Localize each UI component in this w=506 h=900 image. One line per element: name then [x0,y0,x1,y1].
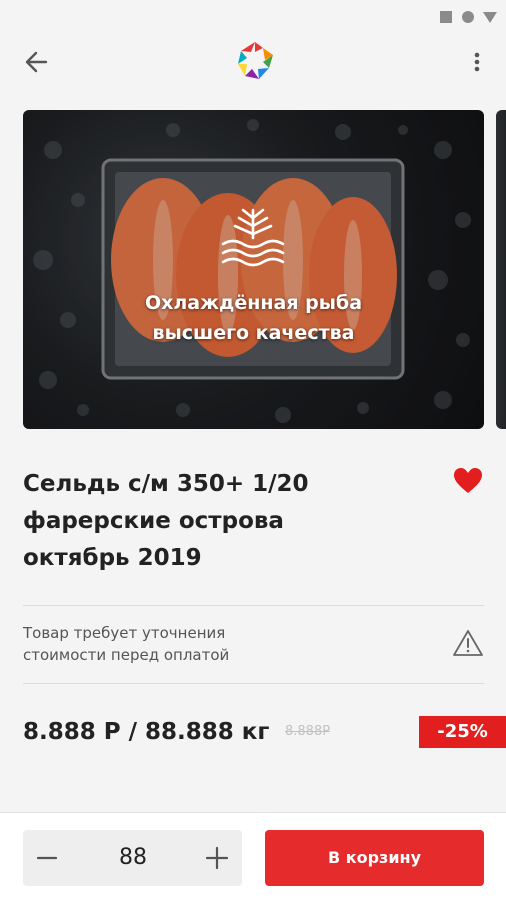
heart-icon [454,468,482,493]
note-line: Товар требует уточнения [23,624,226,642]
discount-badge: -25% [419,716,506,748]
hero-caption: Охлаждённая рыба высшего качества [23,288,484,348]
hero-caption-line2: высшего качества [152,322,355,344]
toolbar [0,34,506,90]
divider [23,683,484,684]
divider [23,605,484,606]
quantity-stepper: 88 [23,830,242,886]
square-icon [440,11,452,23]
circle-icon [462,11,474,23]
minus-icon [36,856,58,860]
old-price: 8.888Р [285,724,331,739]
fish-tray-image [23,110,484,429]
add-to-cart-button[interactable]: В корзину [265,830,484,886]
favorite-button[interactable] [452,466,484,496]
warning-triangle-icon[interactable] [452,628,484,658]
back-button[interactable] [20,46,56,78]
status-bar [0,0,506,34]
triangle-icon [483,12,497,23]
product-title-line: Сельдь с/м 350+ 1/20 [23,471,309,497]
increase-quantity-button[interactable] [201,842,233,874]
arrow-left-icon [25,51,48,73]
hero-caption-line1: Охлаждённая рыба [144,292,363,314]
bottom-action-bar: 88 В корзину [0,812,506,900]
plus-icon [205,846,229,870]
next-image-peek[interactable] [496,110,506,429]
more-options-button[interactable] [462,46,492,78]
product-title-line: фарерские острова [23,508,284,534]
colorful-pentagon-logo [238,42,273,79]
quantity-value[interactable]: 88 [73,842,193,874]
note-line: стоимости перед оплатой [23,646,230,664]
more-vertical-icon [474,52,480,72]
product-image-carousel[interactable]: Охлаждённая рыба высшего качества [23,110,484,429]
product-title: Сельдь с/м 350+ 1/20 фарерские острова о… [23,466,423,577]
app-logo [232,38,278,84]
price: 8.888 Р / 88.888 кг [23,719,270,745]
price-clarification-note: Товар требует уточнения стоимости перед … [23,622,403,666]
decrease-quantity-button[interactable] [31,842,63,874]
product-title-line: октябрь 2019 [23,545,202,571]
